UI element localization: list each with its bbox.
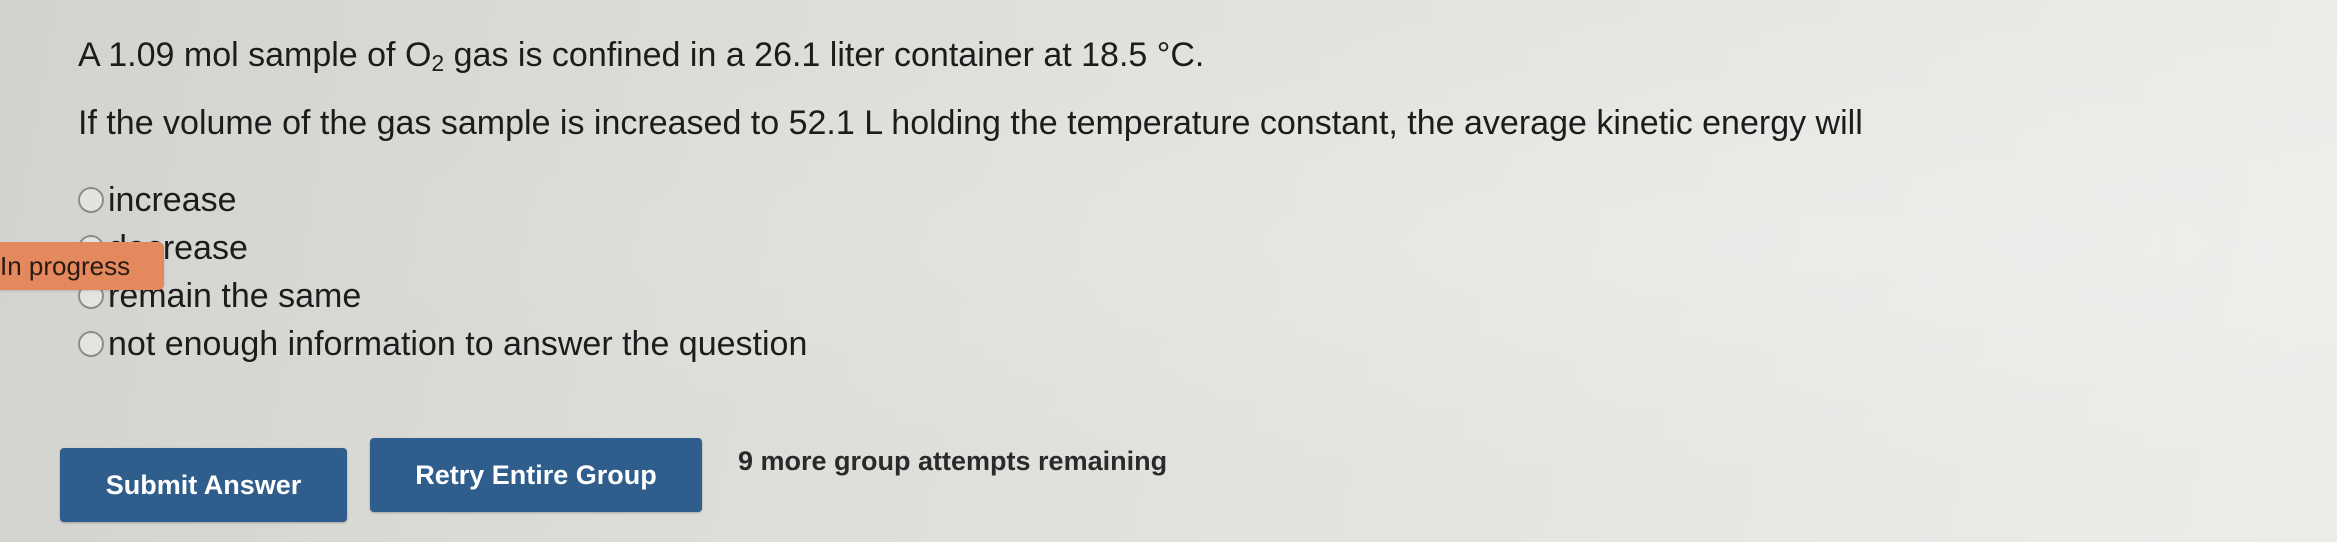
question-line-1-prefix: A 1.09 mol sample of O — [78, 36, 432, 74]
option-increase[interactable]: increase — [78, 176, 807, 224]
option-label: increase — [108, 180, 237, 219]
question-text: A 1.09 mol sample of O2 gas is confined … — [78, 28, 2228, 150]
option-decrease[interactable]: decrease — [78, 224, 807, 272]
option-label: not enough information to answer the que… — [108, 324, 808, 363]
answer-options: increase decrease remain the same not en… — [78, 176, 807, 368]
retry-entire-group-button[interactable]: Retry Entire Group — [370, 438, 702, 512]
option-remain-the-same[interactable]: remain the same — [78, 272, 807, 320]
question-line-1: A 1.09 mol sample of O2 gas is confined … — [78, 28, 2228, 90]
radio-button[interactable] — [78, 331, 104, 357]
option-not-enough-information[interactable]: not enough information to answer the que… — [78, 320, 807, 368]
subscript: 2 — [431, 50, 445, 76]
submit-answer-button[interactable]: Submit Answer — [60, 448, 347, 522]
attempts-remaining-text: 9 more group attempts remaining — [738, 446, 1168, 476]
question-line-2: If the volume of the gas sample is incre… — [78, 104, 1863, 142]
radio-button[interactable] — [78, 187, 104, 213]
question-line-1-suffix: gas is confined in a 26.1 liter containe… — [444, 36, 1205, 74]
in-progress-badge: In progress — [0, 242, 164, 290]
